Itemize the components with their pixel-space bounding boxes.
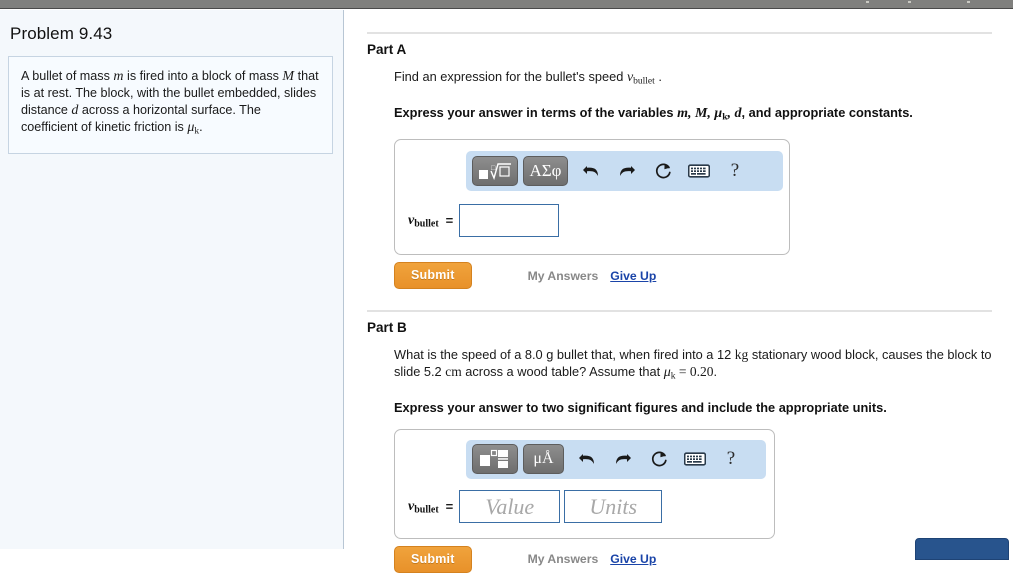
- part-a-submit-button[interactable]: Submit: [394, 262, 472, 290]
- problem-text-part: is fired into a block of mass: [123, 69, 283, 83]
- part-a-math-toolbar: □ ΑΣφ ?: [466, 151, 783, 192]
- part-b-submit-button[interactable]: Submit: [394, 545, 472, 573]
- equals-sign: =: [445, 213, 454, 229]
- bottom-blue-button[interactable]: [915, 538, 1009, 560]
- part-b-submit-row: Submit My Answers Give Up: [394, 545, 994, 573]
- part-b-answer-label: vbullet: [408, 498, 439, 516]
- part-b-answer-row: vbullet = Value Units: [408, 489, 663, 523]
- section-divider: [367, 310, 992, 313]
- part-b-answer-box: μÅ ? vbullet = Value Units: [394, 428, 775, 539]
- keyboard-icon[interactable]: [681, 156, 717, 186]
- instruction-text: Express your answer in terms of the vari…: [394, 104, 678, 120]
- part-a-answer-input[interactable]: [459, 204, 560, 238]
- part-a-give-up-link[interactable]: Give Up: [610, 269, 656, 283]
- undo-icon[interactable]: [573, 156, 609, 186]
- part-b-body: What is the speed of a 8.0 g bullet that…: [394, 346, 994, 573]
- part-a-prompt: Find an expression for the bullet's spee…: [394, 68, 1013, 91]
- part-b-give-up-link[interactable]: Give Up: [610, 552, 656, 566]
- prompt-text: What is the speed of a 8.0 g bullet that…: [394, 347, 735, 363]
- part-a-instruction: Express your answer in terms of the vari…: [394, 104, 1013, 127]
- var-M: M: [282, 69, 295, 84]
- prompt-text: Find an expression for the bullet's spee…: [394, 69, 627, 84]
- equals-sign: =: [445, 498, 454, 514]
- answer-label-subscript: bullet: [414, 504, 439, 516]
- part-a-section: Part A Find an expression for the bullet…: [367, 32, 1013, 290]
- instruction-vars-2: , d: [727, 105, 742, 121]
- part-a-answer-label: vbullet: [408, 212, 439, 230]
- part-b-value-input[interactable]: Value: [459, 489, 561, 523]
- part-b-units-input[interactable]: Units: [564, 489, 663, 523]
- part-a-body: Find an expression for the bullet's spee…: [394, 68, 1013, 290]
- mu-value: = 0.20: [675, 364, 714, 380]
- part-b-my-answers-link[interactable]: My Answers: [528, 552, 599, 566]
- prompt-text-end: .: [713, 364, 718, 380]
- problem-text-part: A bullet of mass: [21, 69, 114, 83]
- reset-icon[interactable]: [645, 156, 681, 186]
- problem-statement-box: A bullet of mass m is fired into a block…: [8, 56, 333, 154]
- unit-cm: cm: [445, 364, 462, 380]
- part-a-submit-row: Submit My Answers Give Up: [394, 262, 1013, 290]
- undo-icon[interactable]: [569, 444, 605, 474]
- part-b-title: Part B: [367, 320, 407, 336]
- value-placeholder: Value: [485, 493, 535, 519]
- svg-text:□: □: [491, 164, 496, 172]
- var-mu: μ: [663, 365, 671, 381]
- instruction-text-end: , and appropriate constants.: [741, 104, 913, 120]
- page-title: Problem 9.43: [10, 24, 113, 43]
- main-content: Part A Find an expression for the bullet…: [345, 10, 1013, 573]
- part-b-section: Part B What is the speed of a 8.0 g bull…: [367, 310, 1013, 573]
- help-icon[interactable]: ?: [717, 156, 753, 186]
- instruction-vars: m, M, μ: [677, 105, 723, 121]
- greek-symbols-button[interactable]: ΑΣφ: [523, 156, 568, 187]
- keyboard-icon[interactable]: [677, 444, 713, 474]
- part-a-answer-box: □ ΑΣφ ? vbullet =: [394, 139, 790, 256]
- part-a-my-answers-link[interactable]: My Answers: [528, 269, 599, 283]
- page-root: Problem 9.43 A bullet of mass m is fired…: [0, 0, 1013, 573]
- math-template-radical-button[interactable]: □: [472, 156, 518, 187]
- topbar-tick: [967, 1, 970, 3]
- prompt-text-mid2: across a wood table? Assume that: [461, 364, 664, 380]
- part-b-prompt: What is the speed of a 8.0 g bullet that…: [394, 346, 994, 386]
- problem-statement-text: A bullet of mass m is fired into a block…: [21, 68, 320, 141]
- part-b-instruction: Express your answer to two significant f…: [394, 399, 887, 415]
- unit-kg: kg: [734, 347, 749, 363]
- answer-label-subscript: bullet: [414, 218, 439, 230]
- units-symbols-button[interactable]: μÅ: [523, 444, 564, 475]
- var-m: m: [113, 69, 124, 84]
- browser-top-bar: [0, 0, 1013, 9]
- prompt-text-end: .: [654, 69, 662, 84]
- problem-text-part: .: [199, 120, 203, 134]
- part-b-math-toolbar: μÅ ?: [466, 439, 766, 479]
- redo-icon[interactable]: [609, 156, 645, 186]
- sidebar: Problem 9.43 A bullet of mass m is fired…: [0, 10, 344, 549]
- topbar-tick: [908, 1, 911, 3]
- var-v-subscript: bullet: [633, 76, 655, 87]
- units-placeholder: Units: [589, 493, 638, 519]
- math-template-blocks-button[interactable]: [472, 444, 518, 475]
- topbar-tick: [866, 1, 869, 3]
- help-icon[interactable]: ?: [713, 444, 749, 474]
- redo-icon[interactable]: [605, 444, 641, 474]
- reset-icon[interactable]: [641, 444, 677, 474]
- part-a-title: Part A: [367, 42, 407, 57]
- section-divider: [367, 32, 992, 34]
- part-a-answer-row: vbullet =: [408, 204, 560, 238]
